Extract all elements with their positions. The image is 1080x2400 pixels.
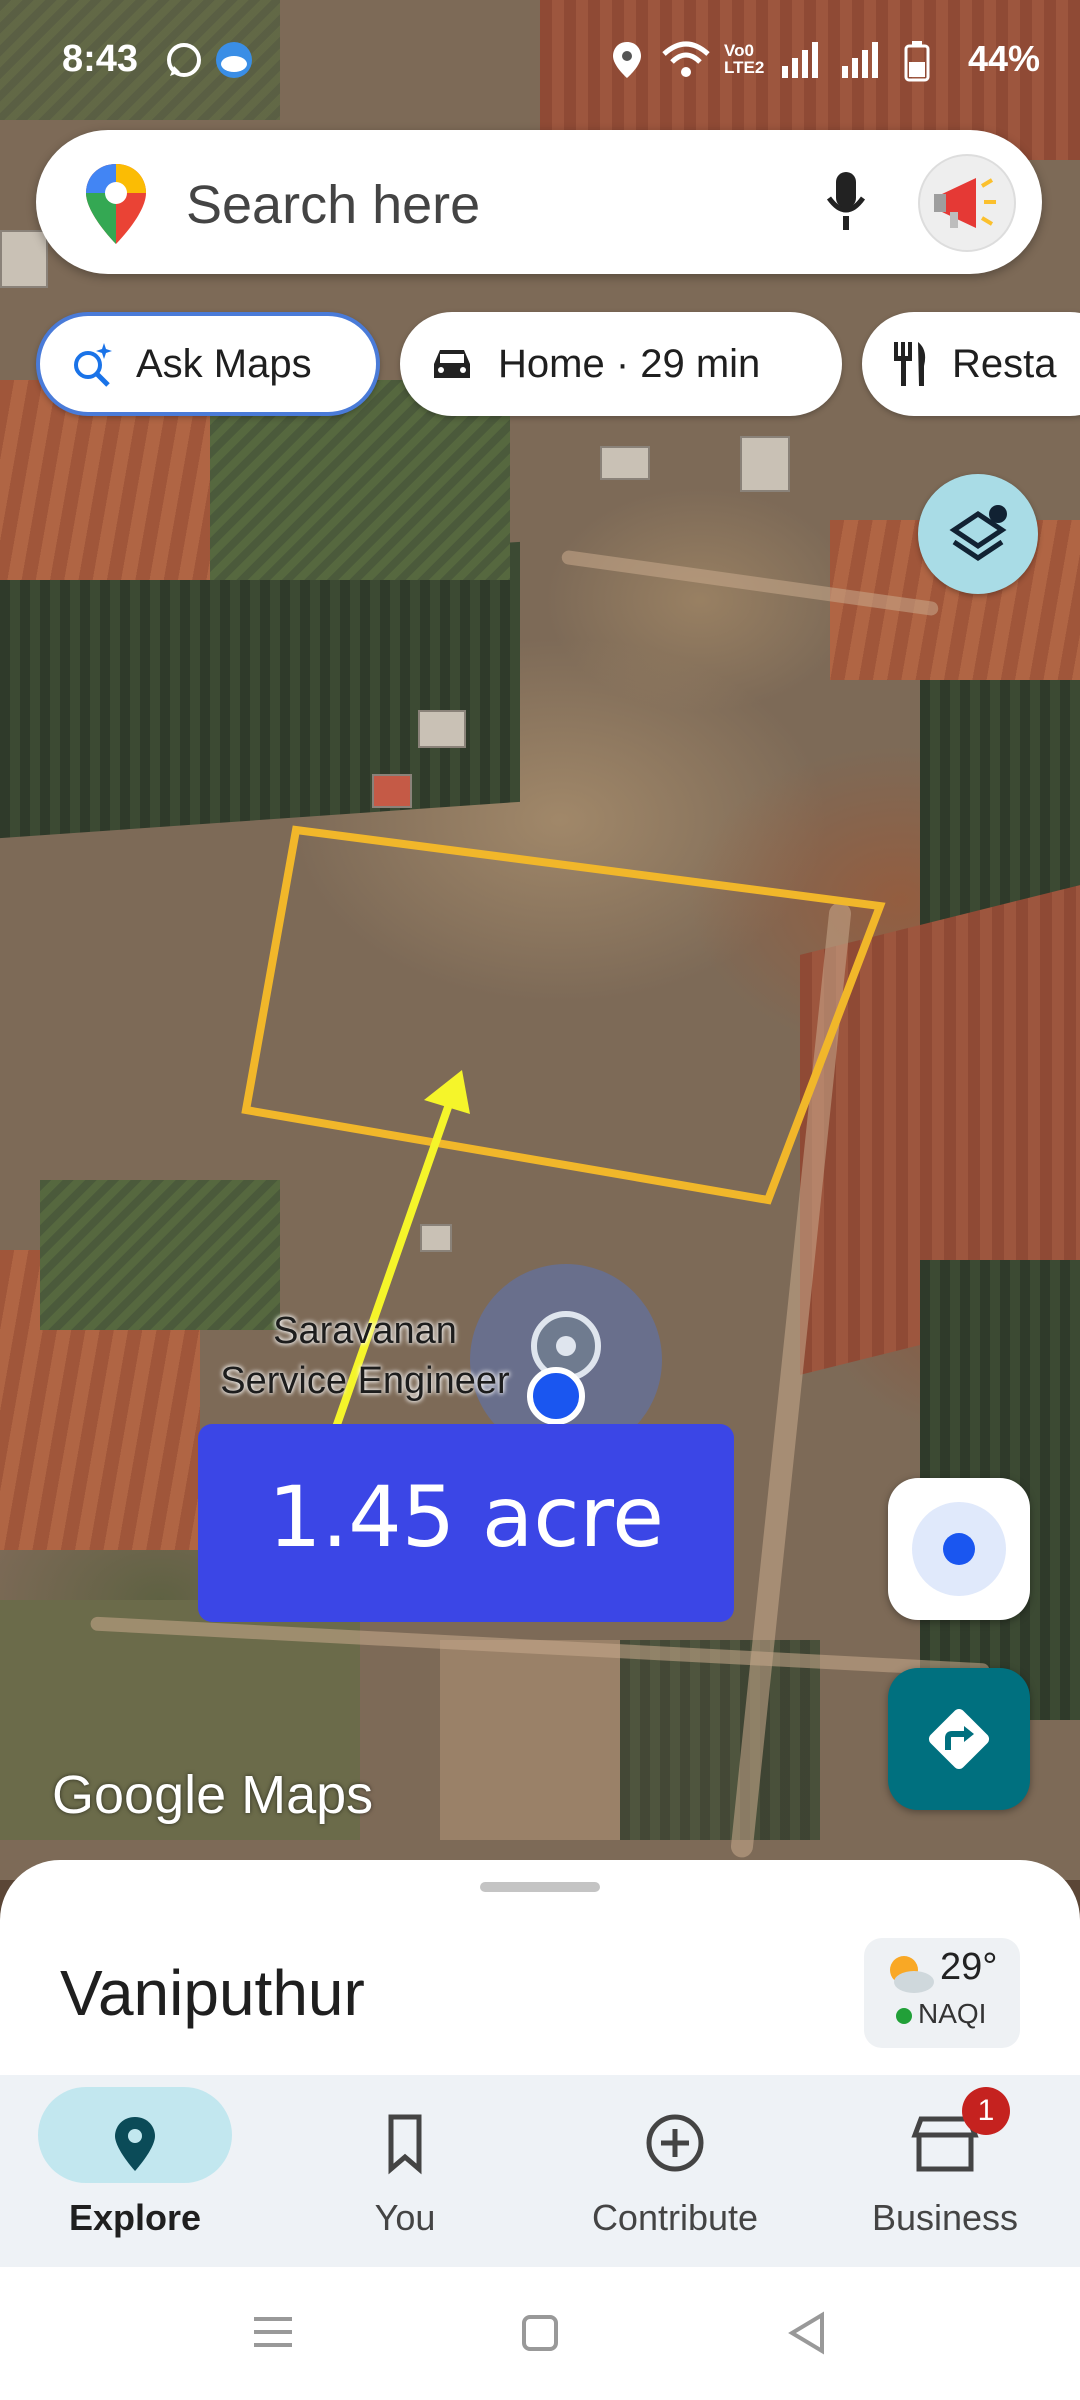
restaurant-icon: [894, 342, 926, 386]
map-place-label[interactable]: Saravanan Service Engineer: [200, 1306, 530, 1406]
weather-aqi: NAQI: [918, 1998, 987, 2029]
nav-contribute-label: Contribute: [591, 2197, 759, 2238]
bottom-navigation: Explore You Contribute 1 Business: [0, 2075, 1080, 2267]
nav-business-label: Business: [871, 2197, 1019, 2238]
profile-avatar[interactable]: [918, 154, 1016, 252]
partly-cloudy-icon: [890, 1956, 934, 1993]
search-input[interactable]: Search here: [186, 174, 480, 236]
volte-icon: Vo0 LTE2: [724, 41, 765, 77]
plot-boundary-outline: [241, 825, 886, 1205]
nav-business[interactable]: 1 Business: [810, 2075, 1080, 2267]
map-place-label-line2: Service Engineer: [220, 1360, 510, 1402]
nav-you[interactable]: You: [270, 2075, 540, 2267]
status-time: 8:43: [62, 38, 139, 80]
area-annotation-text: 1.45 acre: [268, 1468, 664, 1566]
battery-icon: [904, 41, 930, 82]
nav-contribute[interactable]: Contribute: [540, 2075, 810, 2267]
google-maps-watermark: Google Maps: [52, 1765, 374, 1825]
weather-chip[interactable]: 29° NAQI: [864, 1938, 1020, 2048]
place-title: Vaniputhur: [60, 1957, 365, 2029]
map-place-label-line1: Saravanan: [273, 1310, 457, 1352]
business-notification-badge: 1: [962, 2087, 1010, 2135]
place-bottom-sheet[interactable]: Vaniputhur 29° NAQI: [0, 1860, 1080, 2075]
nav-explore-label: Explore: [68, 2197, 202, 2238]
menu-icon[interactable]: [252, 2313, 296, 2353]
directions-icon: [928, 1708, 990, 1770]
megaphone-icon: [934, 178, 996, 228]
nav-you-label: You: [374, 2197, 436, 2238]
directions-button[interactable]: [888, 1668, 1030, 1810]
status-bar: 8:43 Vo0 LTE2 44%: [0, 0, 1080, 120]
ask-maps-chip[interactable]: Ask Maps: [36, 312, 380, 416]
layers-button[interactable]: [918, 474, 1038, 594]
weather-cloud-icon: [216, 42, 252, 78]
my-location-button[interactable]: [888, 1478, 1030, 1620]
signal-icon: [842, 42, 878, 78]
location-icon: [613, 42, 641, 78]
system-navigation-bar: [0, 2267, 1080, 2400]
explore-pin-icon: [115, 2117, 155, 2171]
signal-icon: [782, 42, 818, 78]
add-circle-icon: [646, 2114, 704, 2172]
sheet-drag-handle[interactable]: [480, 1882, 600, 1892]
ask-maps-label: Ask Maps: [136, 341, 312, 386]
area-annotation-box: 1.45 acre: [198, 1424, 734, 1622]
car-icon: [434, 350, 470, 378]
microphone-icon[interactable]: [826, 170, 866, 234]
nav-explore[interactable]: Explore: [0, 2075, 270, 2267]
bookmark-icon: [388, 2114, 422, 2175]
home-commute-label: Home · 29 min: [498, 341, 761, 386]
weather-temperature: 29°: [940, 1946, 998, 1988]
google-maps-pin-icon: [86, 164, 146, 244]
home-square-icon[interactable]: [520, 2313, 562, 2355]
back-triangle-icon[interactable]: [786, 2311, 830, 2355]
saved-place-marker-dot: [556, 1336, 576, 1356]
sparkle-search-icon: [74, 343, 112, 387]
my-location-icon: [912, 1502, 1006, 1596]
restaurants-chip[interactable]: Resta: [862, 312, 1080, 416]
home-commute-chip[interactable]: Home · 29 min: [400, 312, 842, 416]
layers-icon: [949, 505, 1007, 562]
search-bar[interactable]: Search here: [36, 130, 1042, 274]
whatsapp-icon: [167, 43, 201, 77]
current-location-dot[interactable]: [527, 1367, 585, 1425]
battery-percentage: 44%: [967, 38, 1040, 79]
restaurants-label: Resta: [952, 341, 1057, 386]
aqi-status-dot: [896, 2008, 912, 2024]
wifi-icon: [662, 41, 710, 77]
